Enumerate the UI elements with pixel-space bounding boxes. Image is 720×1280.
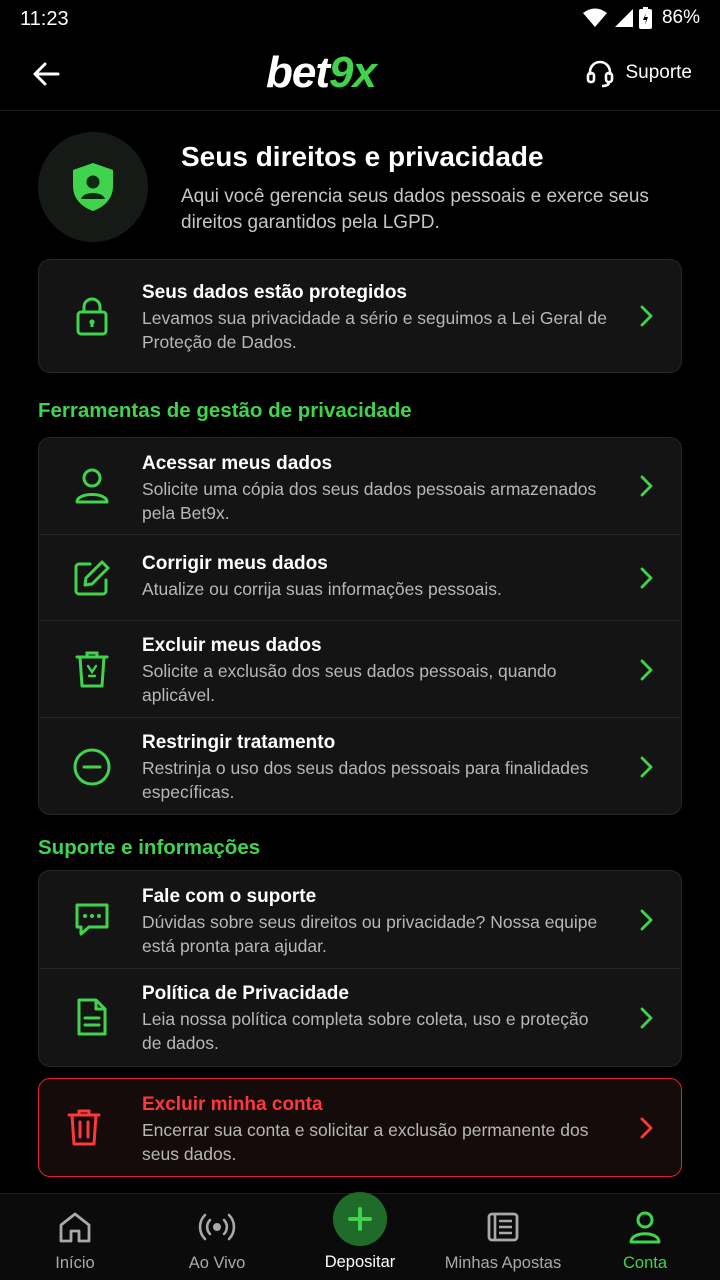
tools-section-title: Ferramentas de gestão de privacidade: [38, 399, 412, 422]
chevron-right-icon: [637, 565, 657, 591]
logo-text-main: bet: [266, 48, 330, 97]
support-label: Suporte: [625, 62, 692, 83]
nav-label-deposit[interactable]: Depositar: [310, 1253, 410, 1272]
chevron-right-icon: [637, 1005, 657, 1031]
support-button[interactable]: Suporte: [585, 58, 692, 88]
delete-account-card[interactable]: Excluir minha conta Encerrar sua conta e…: [38, 1078, 682, 1177]
nav-home[interactable]: Início: [35, 1194, 115, 1280]
correct-data-text: Corrigir meus dados Atualize ou corrija …: [142, 552, 611, 602]
chevron-right-icon: [637, 657, 657, 683]
lock-icon: [69, 293, 115, 339]
live-icon: [198, 1210, 236, 1244]
nav-label: Minhas Apostas: [444, 1254, 562, 1272]
row-description: Dúvidas sobre seus direitos ou privacida…: [142, 912, 598, 956]
delete-data-text: Excluir meus dados Solicite a exclusão d…: [142, 634, 611, 707]
headset-icon: [587, 60, 614, 88]
restrict-processing-row[interactable]: Restringir tratamento Restrinja o uso do…: [39, 718, 681, 814]
access-data-text: Acessar meus dados Solicite uma cópia do…: [142, 452, 611, 525]
row-title: Acessar meus dados: [142, 453, 333, 474]
nav-live[interactable]: Ao Vivo: [172, 1194, 262, 1280]
trash-icon: [61, 1104, 107, 1150]
delete-data-row[interactable]: Excluir meus dados Solicite a exclusão d…: [39, 621, 681, 718]
nav-label: Conta: [622, 1254, 668, 1272]
row-description: Encerrar sua conta e solicitar a exclusã…: [142, 1120, 589, 1164]
row-description: Solicite a exclusão dos seus dados pesso…: [142, 661, 557, 705]
arrow-left-icon: [33, 62, 60, 86]
restrict-processing-text: Restringir tratamento Restrinja o uso do…: [142, 731, 611, 804]
logo-text-accent: 9x: [329, 48, 377, 97]
page-title: Seus direitos e privacidade: [181, 141, 544, 172]
home-icon: [58, 1210, 92, 1244]
battery-percent: 86%: [661, 7, 700, 28]
chevron-right-icon: [637, 303, 657, 329]
row-description: Leia nossa política completa sobre colet…: [142, 1009, 589, 1053]
back-button[interactable]: [26, 56, 66, 92]
row-description: Solicite uma cópia dos seus dados pessoa…: [142, 479, 597, 523]
row-title: Corrigir meus dados: [142, 553, 328, 574]
row-title: Seus dados estão protegidos: [142, 282, 407, 303]
row-title: Fale com o suporte: [142, 886, 317, 907]
delete-account-row[interactable]: Excluir minha conta Encerrar sua conta e…: [39, 1079, 681, 1175]
status-icons: 86%: [582, 7, 700, 29]
data-protected-card[interactable]: Seus dados estão protegidos Levamos sua …: [38, 259, 682, 373]
row-title: Restringir tratamento: [142, 732, 336, 753]
chevron-right-icon: [637, 473, 657, 499]
nav-my-bets[interactable]: Minhas Apostas: [440, 1194, 566, 1280]
shield-user-icon: [73, 163, 113, 211]
battery-icon: [638, 7, 652, 29]
contact-support-text: Fale com o suporte Dúvidas sobre seus di…: [142, 885, 611, 958]
nav-label: Início: [55, 1254, 95, 1272]
row-description: Levamos sua privacidade a sério e seguim…: [142, 308, 607, 352]
user-icon: [69, 463, 115, 509]
chat-icon: [69, 897, 115, 943]
account-icon: [628, 1210, 662, 1244]
delete-account-text: Excluir minha conta Encerrar sua conta e…: [142, 1093, 611, 1166]
privacy-page: 11:23 86% bet9x Suporte Seus direitos e …: [0, 0, 720, 1280]
bet9x-logo: bet9x: [266, 48, 377, 98]
support-info-card: Fale com o suporte Dúvidas sobre seus di…: [38, 870, 682, 1067]
signal-icon: [614, 9, 633, 27]
chevron-right-icon: [637, 1115, 657, 1141]
deposit-button[interactable]: [333, 1192, 387, 1246]
plus-icon: [348, 1207, 372, 1231]
privacy-policy-row[interactable]: Política de Privacidade Leia nossa polít…: [39, 969, 681, 1066]
bets-list-icon: [486, 1210, 520, 1244]
status-time: 11:23: [20, 8, 69, 30]
nav-label: Ao Vivo: [188, 1254, 246, 1272]
support-section-title: Suporte e informações: [38, 836, 261, 859]
data-protected-text: Seus dados estão protegidos Levamos sua …: [142, 281, 611, 354]
document-icon: [69, 994, 115, 1040]
bottom-navigation: Início Ao Vivo Depositar Minhas Apostas …: [0, 1192, 720, 1280]
row-description: Restrinja o uso dos seus dados pessoais …: [142, 758, 589, 802]
chevron-right-icon: [637, 754, 657, 780]
edit-icon: [69, 555, 115, 601]
data-protected-row[interactable]: Seus dados estão protegidos Levamos sua …: [39, 260, 681, 372]
page-description: Aqui você gerencia seus dados pessoais e…: [181, 186, 649, 233]
privacy-policy-text: Política de Privacidade Leia nossa polít…: [142, 982, 611, 1055]
minus-circle-icon: [69, 744, 115, 790]
correct-data-row[interactable]: Corrigir meus dados Atualize ou corrija …: [39, 535, 681, 621]
privacy-tools-card: Acessar meus dados Solicite uma cópia do…: [38, 437, 682, 815]
row-title: Excluir meus dados: [142, 635, 322, 656]
row-title: Política de Privacidade: [142, 983, 349, 1004]
contact-support-row[interactable]: Fale com o suporte Dúvidas sobre seus di…: [39, 871, 681, 969]
app-header: bet9x Suporte: [0, 38, 720, 111]
row-description: Atualize ou corrija suas informações pes…: [142, 579, 502, 599]
status-bar: 11:23 86%: [0, 0, 720, 38]
privacy-shield-badge: [38, 132, 148, 242]
chevron-right-icon: [637, 907, 657, 933]
nav-account[interactable]: Conta: [605, 1194, 685, 1280]
row-title: Excluir minha conta: [142, 1094, 323, 1115]
access-data-row[interactable]: Acessar meus dados Solicite uma cópia do…: [39, 438, 681, 535]
wifi-icon: [582, 8, 607, 27]
trash-icon: [69, 646, 115, 692]
